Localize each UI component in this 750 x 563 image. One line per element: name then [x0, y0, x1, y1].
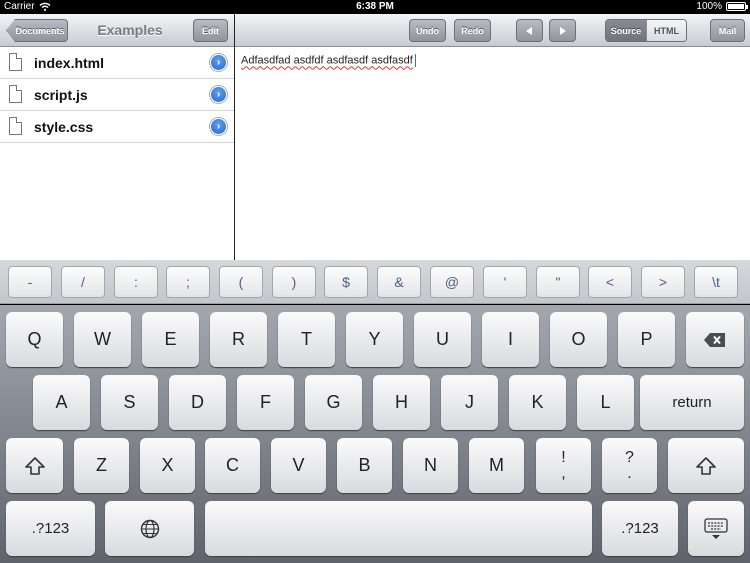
key-a[interactable]: A — [33, 375, 90, 430]
file-name: script.js — [34, 86, 88, 103]
key-top-char: ? — [625, 448, 634, 466]
keyboard: Q W E R T Y U I O P A S D F G H J K L re… — [0, 305, 750, 563]
symbol-key[interactable]: $ — [324, 266, 368, 298]
symbol-key[interactable]: ( — [219, 266, 263, 298]
key-top-char: ! — [561, 448, 566, 466]
backspace-key[interactable] — [686, 312, 744, 367]
numbers-key-right[interactable]: .?123 — [602, 501, 678, 556]
hide-keyboard-icon — [704, 517, 728, 539]
key-c[interactable]: C — [205, 438, 260, 493]
key-o[interactable]: O — [550, 312, 607, 367]
symbol-key[interactable]: " — [536, 266, 580, 298]
key-h[interactable]: H — [373, 375, 430, 430]
next-button[interactable] — [549, 19, 576, 42]
shift-icon — [696, 456, 716, 475]
panel-title: Examples — [97, 22, 163, 38]
battery-percent: 100% — [696, 1, 722, 12]
symbol-key[interactable]: / — [61, 266, 105, 298]
key-question-period[interactable]: ? . — [602, 438, 657, 493]
file-name: index.html — [34, 54, 105, 71]
previous-button[interactable] — [516, 19, 543, 42]
shift-key-left[interactable] — [6, 438, 63, 493]
return-key[interactable]: return — [640, 375, 744, 430]
key-q[interactable]: Q — [6, 312, 63, 367]
document-icon — [9, 85, 22, 103]
disclosure-icon[interactable]: › — [210, 86, 227, 103]
key-f[interactable]: F — [237, 375, 294, 430]
file-name: style.css — [34, 118, 94, 135]
file-row[interactable]: script.js › — [0, 79, 234, 111]
key-x[interactable]: X — [140, 438, 195, 493]
key-i[interactable]: I — [482, 312, 539, 367]
symbol-key[interactable]: - — [8, 266, 52, 298]
symbol-key[interactable]: ) — [272, 266, 316, 298]
source-tab[interactable]: Source — [606, 20, 646, 41]
key-s[interactable]: S — [101, 375, 158, 430]
redo-button[interactable]: Redo — [454, 19, 491, 42]
file-list: index.html › script.js › style.css › — [0, 47, 234, 260]
battery-area: 100% — [696, 1, 748, 12]
file-browser-toolbar: Documents Examples Edit — [0, 14, 234, 47]
key-bottom-char: . — [627, 464, 632, 482]
battery-icon — [726, 2, 748, 11]
right-arrow-icon — [560, 26, 566, 35]
file-row[interactable]: style.css › — [0, 111, 234, 143]
edit-button[interactable]: Edit — [193, 19, 228, 42]
key-j[interactable]: J — [441, 375, 498, 430]
mail-button[interactable]: Mail — [710, 19, 745, 42]
numbers-key-left[interactable]: .?123 — [6, 501, 95, 556]
status-bar: Carrier 6:38 PM 100% — [0, 0, 750, 14]
editor-text: Adfasdfad asdfdf asdfasdf asdfasdf — [241, 54, 413, 67]
disclosure-icon[interactable]: › — [210, 118, 227, 135]
undo-button[interactable]: Undo — [409, 19, 446, 42]
html-tab[interactable]: HTML — [646, 20, 686, 41]
key-z[interactable]: Z — [74, 438, 129, 493]
key-k[interactable]: K — [509, 375, 566, 430]
symbol-key[interactable]: ; — [166, 266, 210, 298]
key-n[interactable]: N — [403, 438, 458, 493]
symbol-key[interactable]: @ — [430, 266, 474, 298]
text-caret — [414, 54, 416, 67]
symbol-key[interactable]: & — [377, 266, 421, 298]
hide-keyboard-key[interactable] — [688, 501, 744, 556]
key-p[interactable]: P — [618, 312, 675, 367]
disclosure-icon[interactable]: › — [210, 54, 227, 71]
document-icon — [9, 117, 22, 135]
document-icon — [9, 53, 22, 71]
key-d[interactable]: D — [169, 375, 226, 430]
backspace-icon — [704, 332, 725, 347]
source-html-toggle: Source HTML — [605, 19, 687, 42]
symbol-key[interactable]: ' — [483, 266, 527, 298]
key-r[interactable]: R — [210, 312, 267, 367]
source-editor[interactable]: Adfasdfad asdfdf asdfasdf asdfasdf — [235, 47, 750, 260]
globe-icon — [140, 519, 159, 538]
key-e[interactable]: E — [142, 312, 199, 367]
symbol-key[interactable]: > — [641, 266, 685, 298]
key-exclaim-comma[interactable]: ! , — [536, 438, 591, 493]
documents-back-button[interactable]: Documents — [6, 19, 68, 42]
key-g[interactable]: G — [305, 375, 362, 430]
symbol-key[interactable]: < — [588, 266, 632, 298]
key-bottom-char: , — [561, 464, 566, 482]
left-arrow-icon — [526, 26, 532, 35]
symbol-key[interactable]: : — [114, 266, 158, 298]
key-l[interactable]: L — [577, 375, 634, 430]
editor-text-line[interactable]: Adfasdfad asdfdf asdfasdf asdfasdf — [241, 54, 416, 67]
key-m[interactable]: M — [469, 438, 524, 493]
key-u[interactable]: U — [414, 312, 471, 367]
editor-toolbar: Undo Redo Source HTML Mail — [235, 14, 750, 47]
key-t[interactable]: T — [278, 312, 335, 367]
space-key[interactable] — [205, 501, 592, 556]
file-row[interactable]: index.html › — [0, 47, 234, 79]
globe-key[interactable] — [105, 501, 194, 556]
status-time: 6:38 PM — [356, 1, 394, 12]
key-y[interactable]: Y — [346, 312, 403, 367]
key-w[interactable]: W — [74, 312, 131, 367]
symbol-key[interactable]: \t — [694, 266, 738, 298]
key-v[interactable]: V — [271, 438, 326, 493]
key-b[interactable]: B — [337, 438, 392, 493]
symbol-bar: - / : ; ( ) $ & @ ' " < > \t — [0, 260, 750, 304]
shift-key-right[interactable] — [668, 438, 744, 493]
shift-icon — [24, 456, 45, 475]
